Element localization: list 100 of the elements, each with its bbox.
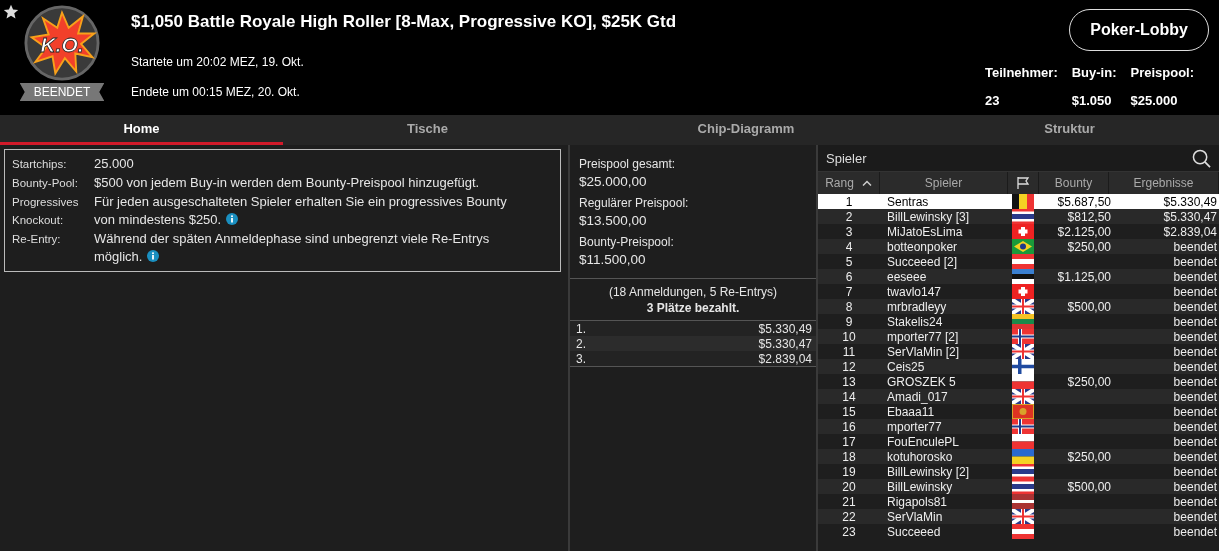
flag-icon bbox=[1012, 449, 1034, 464]
bounty-cell: $500,00 bbox=[1067, 479, 1111, 494]
result-cell: beendet bbox=[1173, 344, 1217, 359]
ko-logo-icon: K.O. bbox=[24, 5, 100, 81]
player-row[interactable]: 1 Sentras $5.687,50 $5.330,49 bbox=[818, 194, 1219, 209]
detail-label: Progressives Knockout: bbox=[12, 195, 80, 228]
result-cell: beendet bbox=[1173, 479, 1217, 494]
rank-cell-text: 23 bbox=[841, 524, 857, 539]
payout-amount: $5.330,49 bbox=[758, 322, 812, 336]
result-cell: beendet bbox=[1173, 509, 1217, 524]
player-row[interactable]: 7 twavlo147 beendet bbox=[818, 284, 1219, 299]
flag-icon bbox=[1012, 239, 1034, 254]
player-row[interactable]: 13 GROSZEK 5 $250,00 beendet bbox=[818, 374, 1219, 389]
player-row[interactable]: 4 botteonpoker $250,00 beendet bbox=[818, 239, 1219, 254]
bounty-cell: $1.125,00 bbox=[1057, 269, 1111, 284]
player-name-cell-text: SerVlaMin bbox=[886, 509, 944, 524]
detail-text: Für jeden ausgeschalteten Spieler erhalten Sie ein progressives Bounty von mindestens $250. bbox=[94, 193, 508, 229]
bounty-cell: $250,00 bbox=[1067, 374, 1111, 389]
flag-icon bbox=[1012, 224, 1034, 239]
player-row[interactable]: 16 mporter77 beendet bbox=[818, 419, 1219, 434]
player-row[interactable]: 8 mrbradleyy $500,00 beendet bbox=[818, 299, 1219, 314]
player-row[interactable]: 15 Ebaaa11 beendet bbox=[818, 404, 1219, 419]
rank-cell-text: 2 bbox=[844, 209, 854, 224]
flag-icon bbox=[1016, 176, 1030, 190]
rank-cell-text: 6 bbox=[844, 269, 854, 284]
player-name-cell-text: mporter77 [2] bbox=[886, 329, 960, 344]
status-badge: BEENDET bbox=[19, 83, 105, 101]
result-cell: $5.330,47 bbox=[1163, 209, 1217, 224]
player-row[interactable]: 20 BillLewinsky $500,00 beendet bbox=[818, 479, 1219, 494]
player-name-cell-text: SerVlaMin [2] bbox=[886, 344, 961, 359]
player-row[interactable]: 22 SerVlaMin beendet bbox=[818, 509, 1219, 524]
rank-cell-text: 7 bbox=[844, 284, 854, 299]
player-row[interactable]: 14 Amadi_017 beendet bbox=[818, 389, 1219, 404]
player-row[interactable]: 19 BillLewinsky [2] beendet bbox=[818, 464, 1219, 479]
info-icon[interactable] bbox=[226, 213, 239, 225]
player-name-cell-text: Ceis25 bbox=[886, 359, 926, 374]
search-icon[interactable] bbox=[1192, 148, 1211, 168]
search-field[interactable]: Spieler bbox=[826, 150, 1192, 166]
tab[interactable]: Chip-Diagramm bbox=[572, 115, 920, 145]
player-row[interactable]: 5 Succeeed [2] beendet bbox=[818, 254, 1219, 269]
result-cell: beendet bbox=[1173, 239, 1217, 254]
result-cell: beendet bbox=[1173, 254, 1217, 269]
flag-icon bbox=[1012, 494, 1034, 509]
result-cell: $2.839,04 bbox=[1163, 224, 1217, 239]
player-name-cell-text: Succeeed bbox=[886, 524, 942, 539]
rank-cell-text: 5 bbox=[844, 254, 854, 269]
info-icon[interactable] bbox=[147, 250, 160, 262]
player-row[interactable]: 3 MiJatoEsLima $2.125,00 $2.839,04 bbox=[818, 224, 1219, 239]
rank-cell-text: 15 bbox=[841, 404, 857, 419]
rank-cell-text: 4 bbox=[844, 239, 854, 254]
rank-cell-text: 21 bbox=[841, 494, 857, 509]
tab[interactable]: Home bbox=[0, 115, 283, 145]
rank-cell-text: 17 bbox=[841, 434, 857, 449]
flag-icon bbox=[1012, 344, 1034, 359]
payout-place: 3. bbox=[576, 352, 586, 366]
bounty-cell: $500,00 bbox=[1067, 299, 1111, 314]
rank-cell-text: 9 bbox=[844, 314, 854, 329]
bounty-cell: $2.125,00 bbox=[1057, 224, 1111, 239]
tab[interactable]: Tische bbox=[283, 115, 572, 145]
rank-cell-text: 8 bbox=[844, 299, 854, 314]
rank-cell-text: 18 bbox=[841, 449, 857, 464]
tournament-title: $1,050 Battle Royale High Roller [8-Max, Progressive KO], $25K Gtd bbox=[131, 12, 678, 32]
paid-places-text: 3 Plätze bezahlt. bbox=[646, 301, 740, 315]
result-cell: beendet bbox=[1173, 404, 1217, 419]
pool-value: $13.500,00 bbox=[579, 213, 648, 228]
player-name-cell-text: Amadi_017 bbox=[886, 389, 949, 404]
player-name-cell-text: kotuhorosko bbox=[886, 449, 954, 464]
pool-label: Bounty-Preispool: bbox=[579, 235, 675, 249]
player-row[interactable]: 23 Succeeed beendet bbox=[818, 524, 1219, 539]
player-row[interactable]: 21 Rigapols81 beendet bbox=[818, 494, 1219, 509]
tab[interactable]: Struktur bbox=[920, 115, 1219, 145]
player-name-cell-text: Stakelis24 bbox=[886, 314, 944, 329]
rank-cell-text: 10 bbox=[841, 329, 857, 344]
flag-icon bbox=[1012, 254, 1034, 269]
pool-value: $11.500,00 bbox=[579, 252, 647, 267]
player-row[interactable]: 9 Stakelis24 beendet bbox=[818, 314, 1219, 329]
flag-icon bbox=[1012, 479, 1034, 494]
player-row[interactable]: 11 SerVlaMin [2] beendet bbox=[818, 344, 1219, 359]
payout-amount: $5.330,47 bbox=[758, 337, 812, 351]
stat-label: Preispool: bbox=[1130, 65, 1195, 80]
bounty-cell: $250,00 bbox=[1067, 449, 1111, 464]
star-icon[interactable] bbox=[3, 4, 19, 20]
pool-value: $25.000,00 bbox=[579, 174, 648, 189]
rank-cell-text: 22 bbox=[841, 509, 857, 524]
rank-cell-text: 14 bbox=[841, 389, 857, 404]
player-row[interactable]: 17 FouEnculePL beendet bbox=[818, 434, 1219, 449]
result-cell: beendet bbox=[1173, 434, 1217, 449]
rank-cell-text: 1 bbox=[844, 194, 854, 209]
result-cell: beendet bbox=[1173, 374, 1217, 389]
player-name-cell-text: BillLewinsky [2] bbox=[886, 464, 971, 479]
stat-label: Teilnehmer: bbox=[985, 65, 1058, 80]
poker-lobby-button[interactable]: Poker-Lobby bbox=[1069, 9, 1209, 51]
player-name-cell-text: MiJatoEsLima bbox=[886, 224, 964, 239]
player-row[interactable]: 18 kotuhorosko $250,00 beendet bbox=[818, 449, 1219, 464]
stat-value: $25.000 bbox=[1130, 93, 1179, 108]
player-row[interactable]: 2 BillLewinsky [3] $812,50 $5.330,47 bbox=[818, 209, 1219, 224]
player-name-cell-text: Sentras bbox=[886, 194, 930, 209]
player-row[interactable]: 6 eeseee $1.125,00 beendet bbox=[818, 269, 1219, 284]
player-row[interactable]: 12 Ceis25 beendet bbox=[818, 359, 1219, 374]
player-row[interactable]: 10 mporter77 [2] beendet bbox=[818, 329, 1219, 344]
